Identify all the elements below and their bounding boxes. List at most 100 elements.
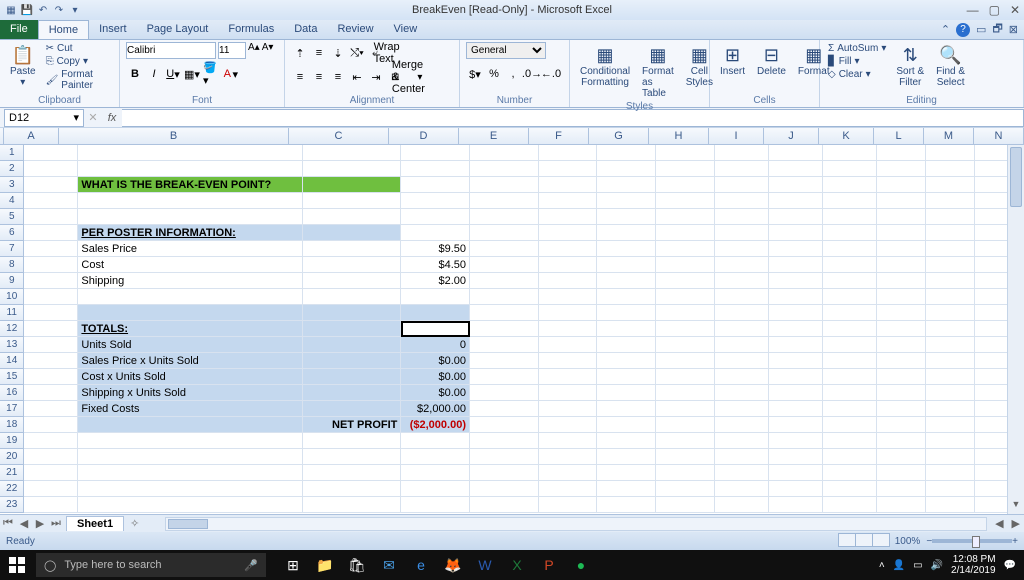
cell-B10[interactable]: [78, 289, 303, 305]
minimize-button[interactable]: —: [967, 3, 979, 17]
tab-insert[interactable]: Insert: [89, 20, 137, 39]
cell-G1[interactable]: [597, 145, 656, 161]
cell-K19[interactable]: [823, 433, 877, 449]
cell-E13[interactable]: [470, 337, 539, 353]
cell-B20[interactable]: [78, 449, 303, 465]
cell-M10[interactable]: [926, 289, 975, 305]
cell-K18[interactable]: [823, 417, 877, 433]
cell-B19[interactable]: [78, 433, 303, 449]
cell-L21[interactable]: [877, 465, 926, 481]
paste-button[interactable]: 📋Paste▾: [6, 42, 40, 90]
cell-L4[interactable]: [877, 193, 926, 209]
cell-M13[interactable]: [926, 337, 975, 353]
cell-B11[interactable]: [78, 305, 303, 321]
cell-I20[interactable]: [715, 449, 769, 465]
cell-C4[interactable]: [303, 193, 401, 209]
find-select-button[interactable]: 🔍Find &Select: [932, 42, 969, 90]
cell-E10[interactable]: [470, 289, 539, 305]
cell-J15[interactable]: [769, 369, 823, 385]
align-bottom-icon[interactable]: ⇣: [329, 44, 347, 62]
cell-F4[interactable]: [539, 193, 598, 209]
cell-I5[interactable]: [715, 209, 769, 225]
row-header-21[interactable]: 21: [0, 465, 24, 481]
tab-view[interactable]: View: [384, 20, 428, 39]
cell-C17[interactable]: [303, 401, 401, 417]
new-sheet-icon[interactable]: ✧: [124, 517, 145, 530]
cell-G6[interactable]: [597, 225, 656, 241]
cell-F7[interactable]: [539, 241, 598, 257]
cell-F22[interactable]: [539, 481, 598, 497]
cell-D23[interactable]: [401, 497, 470, 513]
cell-H8[interactable]: [656, 257, 715, 273]
cell-H21[interactable]: [656, 465, 715, 481]
qat-more-icon[interactable]: ▾: [68, 3, 82, 17]
row-header-23[interactable]: 23: [0, 497, 24, 513]
cell-J2[interactable]: [769, 161, 823, 177]
cell-J9[interactable]: [769, 273, 823, 289]
cell-E22[interactable]: [470, 481, 539, 497]
cell-E21[interactable]: [470, 465, 539, 481]
redo-icon[interactable]: ↷: [52, 3, 66, 17]
cell-F18[interactable]: [539, 417, 598, 433]
cell-C22[interactable]: [303, 481, 401, 497]
col-header-F[interactable]: F: [529, 128, 589, 144]
people-icon[interactable]: 👤: [893, 560, 905, 571]
cell-D2[interactable]: [401, 161, 470, 177]
cell-H6[interactable]: [656, 225, 715, 241]
border-button[interactable]: ▦▾: [183, 65, 201, 83]
cell-F15[interactable]: [539, 369, 598, 385]
cell-D7[interactable]: $9.50: [401, 241, 470, 257]
cell-K11[interactable]: [823, 305, 877, 321]
col-header-B[interactable]: B: [59, 128, 289, 144]
worksheet-grid[interactable]: ABCDEFGHIJKLMN 123WHAT IS THE BREAK-EVEN…: [0, 128, 1024, 514]
cell-F20[interactable]: [539, 449, 598, 465]
font-name-select[interactable]: [126, 42, 216, 59]
cell-B18[interactable]: [78, 417, 303, 433]
cell-A16[interactable]: [24, 385, 78, 401]
cell-K21[interactable]: [823, 465, 877, 481]
col-header-H[interactable]: H: [649, 128, 709, 144]
col-header-N[interactable]: N: [974, 128, 1024, 144]
cell-F19[interactable]: [539, 433, 598, 449]
decrease-decimal-icon[interactable]: ←.0: [542, 65, 560, 83]
cell-D10[interactable]: [401, 289, 470, 305]
cell-H20[interactable]: [656, 449, 715, 465]
cell-M11[interactable]: [926, 305, 975, 321]
cell-K13[interactable]: [823, 337, 877, 353]
row-header-14[interactable]: 14: [0, 353, 24, 369]
cell-J7[interactable]: [769, 241, 823, 257]
row-header-8[interactable]: 8: [0, 257, 24, 273]
cell-K23[interactable]: [823, 497, 877, 513]
cell-K16[interactable]: [823, 385, 877, 401]
first-sheet-icon[interactable]: ⏮: [0, 517, 16, 530]
cell-E8[interactable]: [470, 257, 539, 273]
cell-M3[interactable]: [926, 177, 975, 193]
cell-F3[interactable]: [539, 177, 598, 193]
cell-A22[interactable]: [24, 481, 78, 497]
tab-formulas[interactable]: Formulas: [218, 20, 284, 39]
cell-B9[interactable]: Shipping: [78, 273, 303, 289]
cell-F21[interactable]: [539, 465, 598, 481]
cell-F5[interactable]: [539, 209, 598, 225]
cell-E23[interactable]: [470, 497, 539, 513]
horizontal-scrollbar[interactable]: [165, 517, 987, 531]
orientation-icon[interactable]: ⤭▾: [348, 44, 366, 62]
cell-A4[interactable]: [24, 193, 78, 209]
align-top-icon[interactable]: ⇡: [291, 44, 309, 62]
cell-K10[interactable]: [823, 289, 877, 305]
cell-E14[interactable]: [470, 353, 539, 369]
undo-icon[interactable]: ↶: [36, 3, 50, 17]
restore-window-icon[interactable]: 🗗: [992, 20, 1002, 39]
cell-E18[interactable]: [470, 417, 539, 433]
cell-F9[interactable]: [539, 273, 598, 289]
cell-H23[interactable]: [656, 497, 715, 513]
cell-I6[interactable]: [715, 225, 769, 241]
comma-button[interactable]: ,: [504, 65, 522, 83]
cell-D19[interactable]: [401, 433, 470, 449]
cell-C23[interactable]: [303, 497, 401, 513]
cell-J14[interactable]: [769, 353, 823, 369]
cell-I9[interactable]: [715, 273, 769, 289]
cell-H2[interactable]: [656, 161, 715, 177]
cell-D16[interactable]: $0.00: [401, 385, 470, 401]
cell-A19[interactable]: [24, 433, 78, 449]
